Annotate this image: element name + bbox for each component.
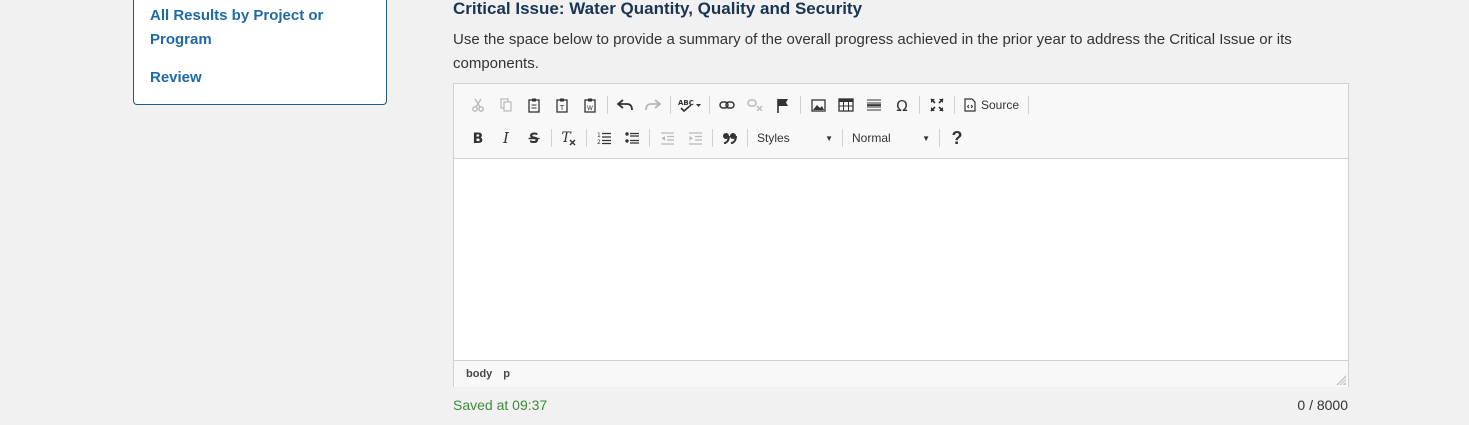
toolbar-separator (919, 96, 920, 114)
sidebar-item-all-results[interactable]: All Results by Project or Program (150, 4, 350, 52)
increase-indent-icon[interactable] (681, 125, 709, 151)
toolbar-separator (939, 129, 940, 147)
horizontal-rule-icon[interactable] (860, 92, 888, 118)
maximize-icon[interactable] (923, 92, 951, 118)
toolbar-separator (586, 129, 587, 147)
bold-icon[interactable]: B (464, 125, 492, 151)
toolbar-separator (1028, 96, 1030, 114)
toolbar-separator (800, 96, 801, 114)
chevron-down-icon: ▼ (825, 133, 833, 143)
toolbar-separator (607, 96, 608, 114)
sidebar-item-review[interactable]: Review (150, 66, 202, 90)
editor-content-area[interactable] (454, 159, 1348, 360)
toolbar-separator (954, 96, 955, 114)
rich-text-editor: T W ABC Ω Source B I S T 1 2 Styles ▼ No… (453, 83, 1349, 387)
format-label: Normal (852, 131, 891, 145)
toolbar-separator (670, 96, 671, 114)
character-counter: 0 / 8000 (1297, 397, 1348, 413)
decrease-indent-icon[interactable] (653, 125, 681, 151)
paste-text-icon[interactable]: T (548, 92, 576, 118)
svg-text:T: T (559, 104, 565, 112)
unlink-icon[interactable] (741, 92, 769, 118)
styles-label: Styles (757, 131, 790, 145)
svg-text:ABC: ABC (678, 99, 694, 107)
toolbar-row-1: T W ABC Ω Source (464, 90, 1032, 120)
styles-dropdown[interactable]: Styles ▼ (751, 126, 839, 150)
path-item-p[interactable]: p (503, 368, 510, 380)
section-title: Critical Issue: Water Quantity, Quality … (453, 0, 863, 18)
source-icon (964, 98, 976, 112)
resize-handle-icon[interactable] (1336, 375, 1346, 385)
editor-statusbar: body p (454, 360, 1348, 387)
svg-text:1: 1 (597, 132, 601, 139)
redo-icon[interactable] (639, 92, 667, 118)
format-dropdown[interactable]: Normal ▼ (846, 126, 936, 150)
copy-icon[interactable] (492, 92, 520, 118)
toolbar-separator (709, 96, 710, 114)
svg-text:Ω: Ω (896, 98, 907, 112)
strikethrough-icon[interactable]: S (520, 125, 548, 151)
section-description: Use the space below to provide a summary… (453, 31, 1292, 72)
help-icon: ? (951, 127, 963, 148)
source-label: Source (981, 98, 1020, 112)
bulleted-list-icon[interactable] (618, 125, 646, 151)
toolbar-separator (551, 129, 552, 147)
svg-text:2: 2 (597, 139, 601, 145)
italic-icon[interactable]: I (492, 125, 520, 151)
source-button[interactable]: Source (958, 98, 1025, 112)
editor-toolbar: T W ABC Ω Source B I S T 1 2 Styles ▼ No… (454, 84, 1348, 159)
paste-word-icon[interactable]: W (576, 92, 604, 118)
toolbar-separator (747, 129, 748, 147)
remove-format-icon[interactable]: T (555, 125, 583, 151)
sidebar-nav: All Results by Project or Program Review (133, 0, 387, 105)
element-path: body p (466, 368, 510, 380)
svg-text:I: I (502, 131, 510, 145)
link-icon[interactable] (713, 92, 741, 118)
path-item-body[interactable]: body (466, 368, 492, 380)
spellcheck-icon[interactable]: ABC (674, 92, 706, 118)
special-character-icon[interactable]: Ω (888, 92, 916, 118)
table-icon[interactable] (832, 92, 860, 118)
toolbar-separator (842, 129, 843, 147)
undo-icon[interactable] (611, 92, 639, 118)
image-icon[interactable] (804, 92, 832, 118)
blockquote-icon[interactable] (716, 125, 744, 151)
toolbar-separator (649, 129, 650, 147)
toolbar-separator (712, 129, 713, 147)
toolbar-row-2: B I S T 12 Styles ▼ Normal ▼ ? (464, 123, 971, 153)
help-button[interactable]: ? (943, 125, 971, 151)
numbered-list-icon[interactable]: 12 (590, 125, 618, 151)
anchor-flag-icon[interactable] (769, 92, 797, 118)
chevron-down-icon: ▼ (922, 133, 930, 143)
svg-text:B: B (473, 131, 484, 145)
paste-icon[interactable] (520, 92, 548, 118)
cut-icon[interactable] (464, 92, 492, 118)
svg-text:W: W (587, 105, 593, 112)
saved-status: Saved at 09:37 (453, 397, 548, 413)
